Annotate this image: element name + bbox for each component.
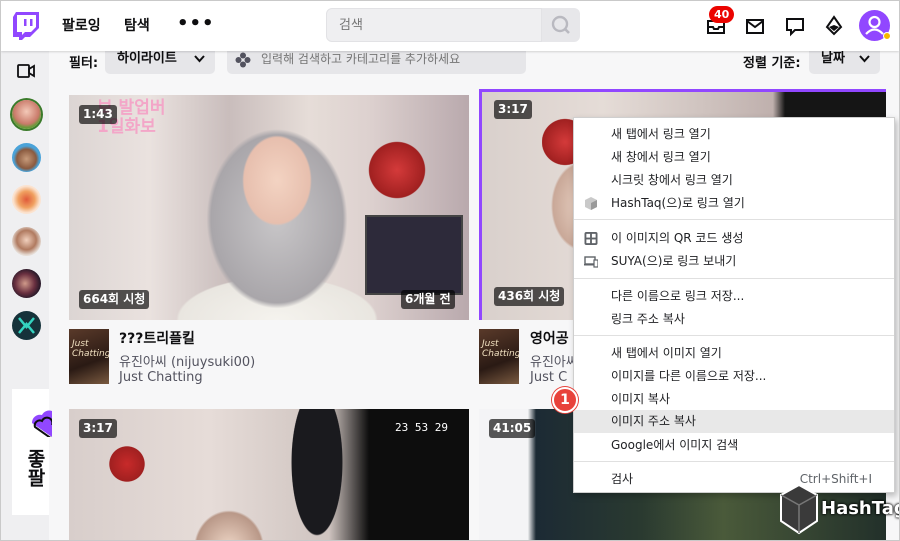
menu-item-open-link-new-tab[interactable]: 새 탭에서 링크 열기 (574, 123, 894, 146)
sort-label: 정렬 기준: (743, 56, 801, 71)
channel-avatar[interactable] (12, 143, 41, 172)
rail-promo-card[interactable]: 좋팔 (12, 389, 52, 515)
box-art[interactable]: Just Chatting (69, 329, 109, 384)
duration-badge: 1:43 (79, 105, 117, 124)
watermark-text: HashTag (821, 498, 900, 519)
menu-item-open-link-new-window[interactable]: 새 창에서 링크 열기 (574, 146, 894, 169)
video-camera-icon[interactable] (17, 64, 35, 78)
category-name[interactable]: Just Chatting (119, 370, 203, 385)
view-count-badge: 436회 시청 (494, 287, 565, 306)
chevron-down-icon (859, 55, 870, 63)
filter-dropdown-value: 하이라이트 (117, 51, 177, 66)
bits-crown-icon[interactable] (823, 15, 845, 37)
tag-icon (235, 52, 251, 68)
wreath-decoration (367, 135, 427, 205)
chevron-down-icon (194, 55, 205, 63)
device-icon (584, 256, 598, 268)
hashtag-cube-logo (780, 483, 818, 535)
top-navigation: 팔로잉 탐색 ••• 40 (1, 1, 899, 51)
nav-browse-link[interactable]: 탐색 (124, 15, 150, 35)
view-count-badge: 664회 시청 (79, 290, 150, 309)
twitch-logo-icon[interactable] (13, 12, 39, 40)
search-icon (551, 15, 570, 34)
box-art[interactable]: Just Chatting (479, 329, 519, 384)
age-badge: 6개월 전 (401, 290, 455, 309)
menu-item-open-link-hashtaq[interactable]: HashTaq(으)로 링크 열기 (574, 192, 894, 215)
menu-item-save-link-as[interactable]: 다른 이름으로 링크 저장... (574, 285, 894, 308)
duration-badge: 41:05 (489, 419, 536, 438)
sort-dropdown-value: 날짜 (821, 51, 845, 66)
filter-label: 필터: (69, 56, 99, 71)
channel-avatar[interactable] (12, 227, 41, 256)
menu-item-search-image-google[interactable]: Google에서 이미지 검색 (574, 434, 894, 457)
user-avatar[interactable] (859, 10, 891, 41)
menu-item-open-image-new-tab[interactable]: 새 탭에서 이미지 열기 (574, 342, 894, 365)
watermark: HashTag (777, 483, 899, 537)
wreath-decoration (107, 443, 147, 485)
channel-avatar[interactable] (12, 311, 41, 340)
esports-logo-icon (18, 317, 35, 334)
menu-separator (574, 219, 894, 220)
channel-avatar[interactable] (12, 185, 41, 214)
channel-avatar[interactable] (12, 269, 41, 298)
step-marker: 1 (552, 387, 578, 413)
menu-item-copy-link-address[interactable]: 링크 주소 복사 (574, 308, 894, 331)
duration-badge: 3:17 (494, 100, 532, 119)
video-thumbnail[interactable]: 23 53 29 3:17 (69, 409, 469, 540)
stream-overlay-panel (365, 215, 463, 295)
video-title[interactable]: 영어공 (530, 328, 569, 348)
duration-badge: 3:17 (79, 419, 117, 438)
video-title[interactable]: ???트리플킬 (119, 328, 195, 348)
status-dot (883, 32, 891, 40)
channel-avatar[interactable] (12, 100, 41, 129)
menu-separator (574, 461, 894, 462)
menu-item-copy-image-address[interactable]: 이미지 주소 복사 (574, 410, 894, 433)
menu-item-send-to-device[interactable]: SUYA(으)로 링크 보내기 (574, 250, 894, 273)
category-name[interactable]: Just C (530, 370, 567, 385)
menu-item-copy-image[interactable]: 이미지 복사 (574, 388, 894, 411)
menu-item-save-image-as[interactable]: 이미지를 다른 이름으로 저장... (574, 365, 894, 388)
search-button[interactable] (542, 8, 580, 42)
more-menu-button[interactable]: ••• (177, 13, 215, 34)
menu-item-create-qr[interactable]: 이 이미지의 QR 코드 생성 (574, 227, 894, 250)
search-box (326, 8, 542, 42)
search-input[interactable] (327, 9, 541, 41)
whispers-mail-icon[interactable] (744, 15, 766, 37)
channel-name[interactable]: 유진아씨 (nijuysuki00) (119, 351, 255, 370)
box-art-text: Just Chatting (72, 339, 109, 359)
notification-badge: 40 (709, 6, 735, 23)
box-art-text: Just Chatting (482, 339, 519, 359)
nav-following-link[interactable]: 팔로잉 (62, 15, 101, 35)
hashtaq-icon (585, 197, 597, 210)
menu-separator (574, 278, 894, 279)
menu-separator (574, 335, 894, 336)
context-menu: 새 탭에서 링크 열기 새 창에서 링크 열기 시크릿 창에서 링크 열기 Ha… (573, 117, 895, 493)
chat-bubble-icon[interactable] (784, 15, 806, 37)
heart-icon (32, 410, 52, 437)
clock-overlay: 23 53 29 (395, 421, 448, 434)
qr-icon (584, 232, 598, 245)
rail-promo-title: 좋팔 (24, 449, 46, 487)
channel-name[interactable]: 유진아씨 (530, 351, 578, 370)
video-thumbnail[interactable]: 보 발업버 1일화보 1:43 664회 시청 6개월 전 (69, 95, 469, 320)
menu-item-open-link-incognito[interactable]: 시크릿 창에서 링크 열기 (574, 169, 894, 192)
browser-viewport: 팔로잉 탐색 ••• 40 (0, 0, 900, 541)
